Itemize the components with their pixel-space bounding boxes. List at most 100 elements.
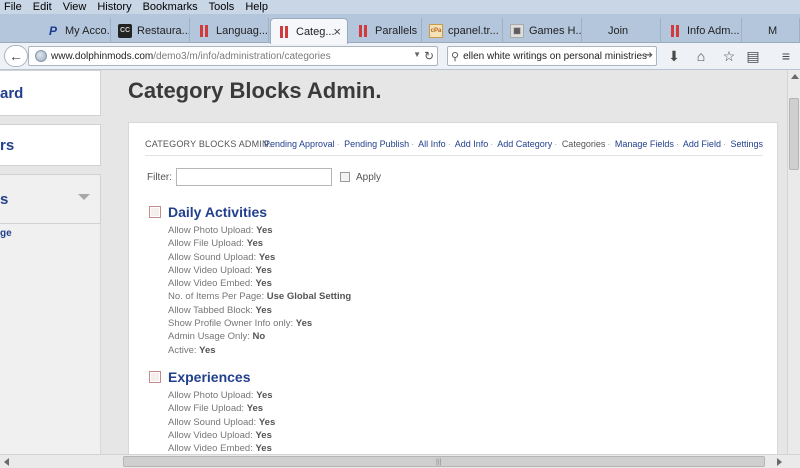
link-separator: ·: [490, 139, 494, 149]
menu-bookmarks[interactable]: Bookmarks: [138, 1, 204, 13]
apply-checkbox[interactable]: [340, 172, 350, 182]
scroll-up-icon[interactable]: [791, 74, 799, 79]
download-icon[interactable]: ⬇: [665, 47, 683, 65]
vertical-scrollbar[interactable]: [787, 70, 800, 454]
reload-icon[interactable]: ↻: [424, 49, 434, 63]
search-input[interactable]: ⚲ ellen white writings on personal minis…: [447, 46, 657, 66]
page-title: Category Blocks Admin.: [128, 78, 382, 103]
category-checkbox[interactable]: [149, 371, 161, 383]
sidebar-item-label: rs: [0, 136, 15, 154]
sidebar-item-dashboard[interactable]: ard: [0, 70, 101, 116]
property-label: Allow File Upload:: [168, 403, 245, 415]
tab-label: Info Adm...: [687, 24, 740, 37]
property-value: Yes: [258, 416, 276, 428]
panel-header: CATEGORY BLOCKS ADMIN. Pending Approval ·…: [145, 138, 763, 156]
tab-categories[interactable]: Categ... ×: [270, 18, 348, 44]
category-name-link[interactable]: Experiences: [168, 369, 251, 385]
property-label: Allow Video Embed:: [168, 443, 253, 454]
search-icon: ⚲: [451, 50, 460, 63]
sidebar-subitem-manage[interactable]: ge: [0, 228, 12, 239]
dropdown-arrow-icon[interactable]: ▼: [413, 50, 421, 59]
home-icon[interactable]: ⌂: [692, 47, 710, 65]
property-value: Yes: [199, 344, 216, 356]
tab-restaurant[interactable]: CC Restaura...: [112, 18, 190, 43]
menu-edit[interactable]: Edit: [28, 1, 58, 13]
property-label: Allow Video Embed:: [168, 278, 253, 290]
link-separator: ·: [411, 139, 415, 149]
property-row: Allow File Upload: Yes: [168, 237, 351, 250]
link-settings[interactable]: Settings: [730, 139, 763, 149]
scrollbar-thumb[interactable]: |||: [123, 456, 765, 467]
parallels-icon: [277, 25, 291, 39]
filter-label: Filter:: [147, 171, 172, 183]
blank-icon: [589, 24, 603, 38]
link-pending-approval[interactable]: Pending Approval: [264, 139, 335, 149]
arrow-left-icon: ←: [9, 48, 23, 64]
property-value: Yes: [256, 390, 273, 401]
property-value: Use Global Setting: [266, 291, 352, 303]
link-add-info[interactable]: Add Info: [455, 139, 489, 149]
filter-input[interactable]: [176, 168, 332, 186]
property-value: Yes: [255, 304, 272, 316]
page-viewport: ard rs s ge Category Blocks Admin. CATEG…: [0, 70, 787, 454]
property-row: Allow Video Upload: Yes: [168, 429, 275, 442]
property-row: No. of Items Per Page: Use Global Settin…: [168, 290, 351, 303]
link-add-field[interactable]: Add Field: [683, 139, 721, 149]
search-go-icon[interactable]: ➔: [645, 50, 653, 61]
property-value: Yes: [255, 278, 272, 290]
back-button[interactable]: ←: [4, 45, 28, 67]
tab-parallels[interactable]: Parallels ...: [350, 18, 422, 43]
property-label: Show Profile Owner Info only:: [168, 318, 294, 330]
menu-history[interactable]: History: [92, 1, 137, 13]
property-row: Allow Photo Upload: Yes: [168, 389, 275, 402]
tab-label: Games H...: [529, 24, 582, 37]
sidebar-item-users[interactable]: rs: [0, 124, 101, 166]
menu-view[interactable]: View: [58, 1, 93, 13]
tab-label: Categ...: [296, 25, 335, 38]
tab-language[interactable]: Languag...: [191, 18, 269, 43]
link-add-category[interactable]: Add Category: [497, 139, 552, 149]
category-name-link[interactable]: Daily Activities: [168, 204, 267, 220]
property-value: Yes: [255, 264, 272, 276]
property-row: Admin Usage Only: No: [168, 330, 351, 343]
star-icon[interactable]: ☆: [720, 47, 738, 65]
tab-strip: P My Acco... CC Restaura... Languag... C…: [0, 14, 800, 44]
property-value: Yes: [246, 238, 264, 250]
menu-help[interactable]: Help: [240, 1, 274, 13]
sidebar-item-modules[interactable]: s: [0, 174, 101, 224]
sidebar-item-label: s: [0, 190, 9, 208]
property-label: Allow Tabbed Block:: [168, 304, 253, 316]
link-pending-publish[interactable]: Pending Publish: [344, 139, 409, 149]
category-properties: Allow Photo Upload: Yes Allow File Uploa…: [168, 224, 351, 357]
tab-my-account[interactable]: P My Acco...: [40, 18, 111, 43]
tab-info-admin[interactable]: Info Adm...: [662, 18, 742, 43]
link-manage-fields[interactable]: Manage Fields: [615, 139, 674, 149]
parallels-icon: [356, 24, 370, 38]
menu-hamburger-icon[interactable]: ≡: [777, 47, 795, 65]
link-separator: ·: [336, 139, 340, 149]
menu-file[interactable]: File: [0, 1, 28, 13]
tab-join[interactable]: Join: [583, 18, 661, 43]
address-bar[interactable]: www.dolphinmods.com/demo3/m/info/adminis…: [28, 46, 438, 66]
scroll-left-icon[interactable]: [4, 458, 9, 466]
close-tab-icon[interactable]: ×: [333, 24, 341, 39]
horizontal-scrollbar[interactable]: |||: [0, 454, 800, 468]
tab-games[interactable]: ▦ Games H...: [504, 18, 582, 43]
property-row: Active: Yes: [168, 344, 351, 357]
scroll-right-icon[interactable]: [777, 458, 782, 466]
property-value: Yes: [255, 443, 272, 454]
category-checkbox[interactable]: [149, 206, 161, 218]
tab-more[interactable]: M: [743, 18, 800, 43]
apply-label: Apply: [356, 171, 382, 183]
tab-cpanel[interactable]: cPa cpanel.tr...: [423, 18, 503, 43]
navigation-bar: ← www.dolphinmods.com/demo3/m/info/admin…: [0, 43, 800, 70]
cpanel-icon: cPa: [429, 23, 443, 38]
menu-tools[interactable]: Tools: [204, 1, 241, 13]
clipboard-icon[interactable]: ▤: [744, 47, 762, 65]
scrollbar-thumb[interactable]: [789, 98, 799, 170]
url-path: /demo3/m/info/administration/categories: [153, 50, 331, 62]
property-value: Yes: [255, 429, 272, 441]
menu-bar: File Edit View History Bookmarks Tools H…: [0, 0, 800, 14]
link-all-info[interactable]: All Info: [418, 139, 446, 149]
blank-icon: [749, 24, 763, 38]
